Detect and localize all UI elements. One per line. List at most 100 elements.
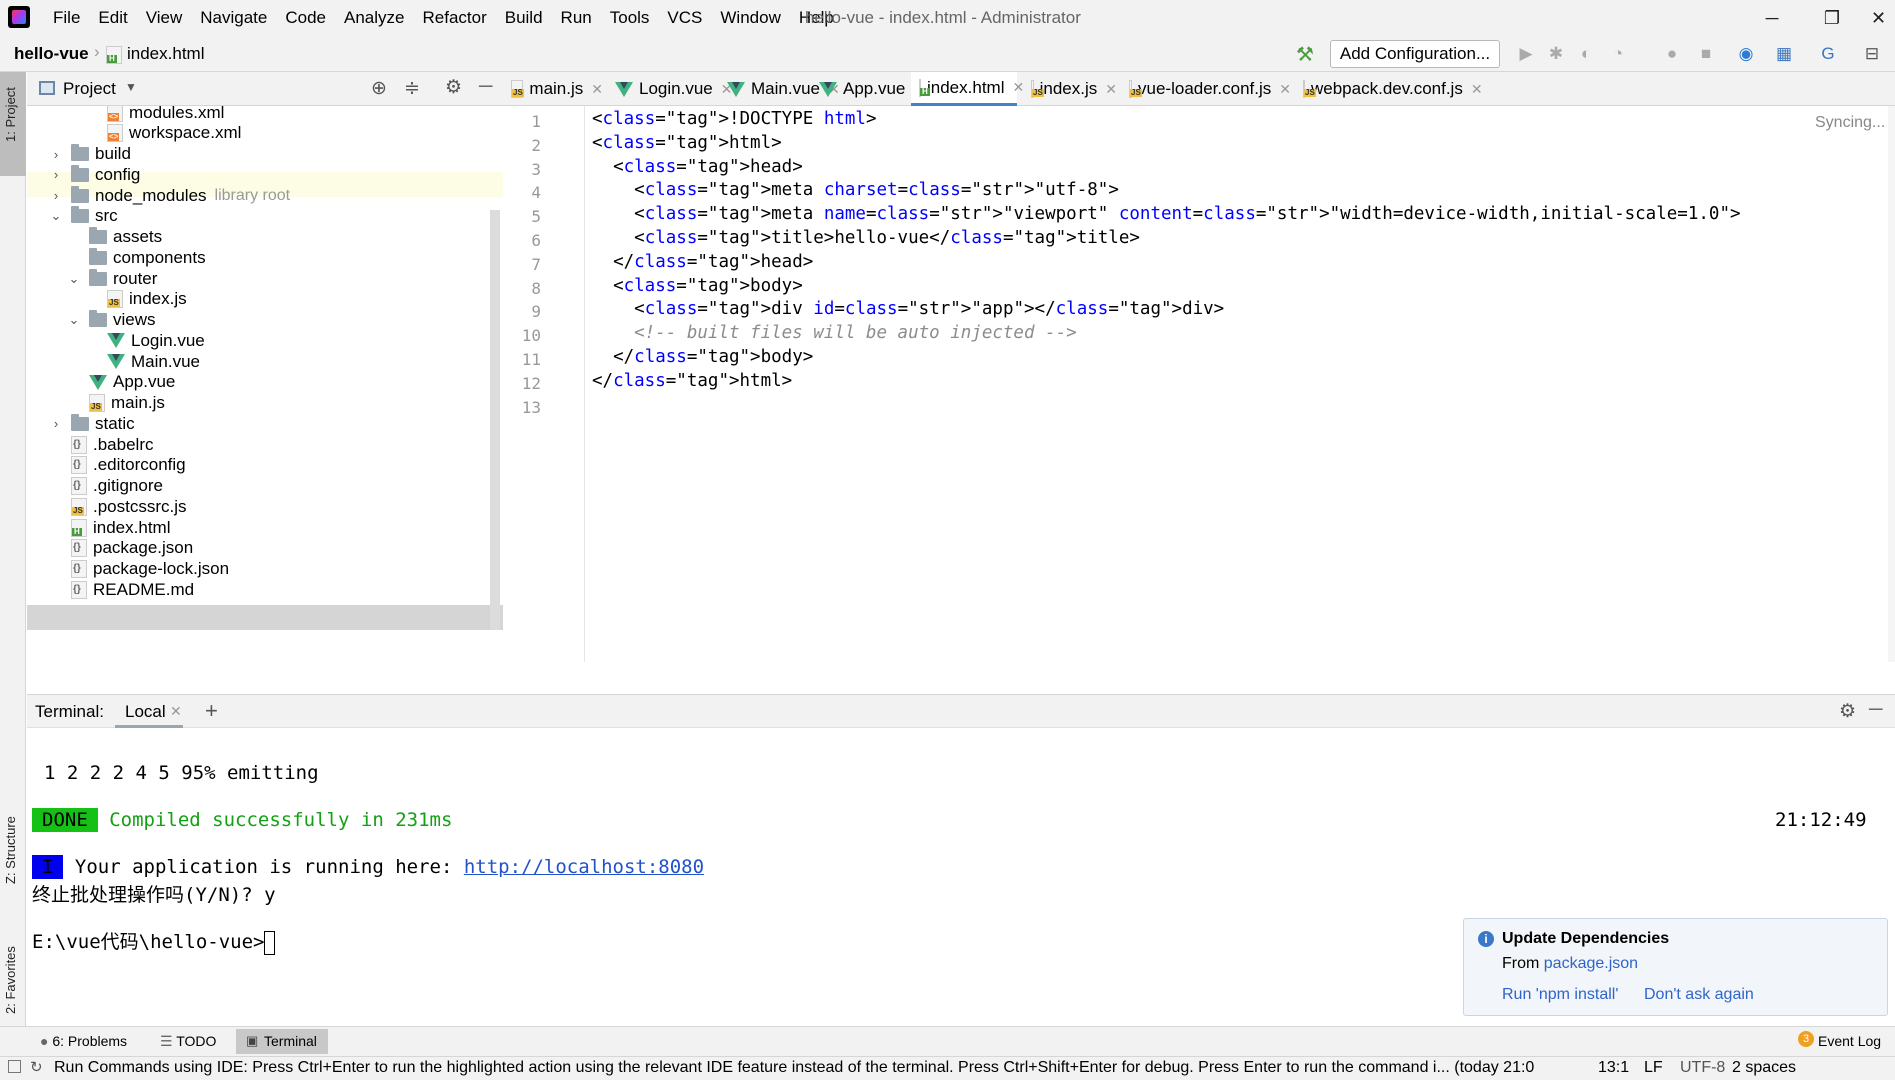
status-toggle-icon[interactable] [8,1060,21,1073]
menu-run[interactable]: Run [552,8,601,28]
project-panel-title[interactable]: Project [63,79,116,99]
toggle-panel-icon[interactable]: ⊟ [1862,44,1882,64]
chevron-down-icon[interactable]: ⌄ [49,208,63,224]
tab-label: vue-loader.conf.js [1138,79,1272,98]
add-configuration-button[interactable]: Add Configuration... [1330,40,1500,68]
indent-setting[interactable]: 2 spaces [1732,1059,1796,1077]
minimize-button[interactable]: ─ [1744,0,1800,36]
favorites-tool-tab[interactable]: 2: Favorites [0,920,26,1020]
close-tab-icon[interactable]: ✕ [1279,81,1291,98]
favorites-tool-tab-label: 2: Favorites [3,946,18,1014]
menu-vcs[interactable]: VCS [658,8,711,28]
hide-terminal-icon[interactable]: ─ [1869,699,1882,721]
vue-file-icon [615,81,633,97]
menu-build[interactable]: Build [496,8,552,28]
code-line: <class="tag">title>hello-vue</class="tag… [592,228,1140,248]
problems-icon: ● [40,1033,49,1049]
coverage-icon[interactable]: ◐ [1576,44,1596,64]
close-window-button[interactable]: ✕ [1862,0,1895,36]
translate-icon[interactable]: G [1818,44,1838,64]
chevron-right-icon[interactable]: › [49,416,63,431]
tab-app-vue[interactable]: App.vue✕ [811,72,925,106]
dont-ask-again-link[interactable]: Don't ask again [1644,986,1754,1004]
menu-file[interactable]: File [44,8,89,28]
tab-login-vue[interactable]: Login.vue ✕ [607,72,732,106]
tab-index-html[interactable]: index.html✕ [911,72,1024,106]
terminal-compiled-line: DONE Compiled successfully in 231ms [32,808,453,832]
close-tab-icon[interactable]: ✕ [1105,81,1117,98]
collapse-all-icon[interactable]: ≑ [404,77,420,100]
close-tab-icon[interactable]: ✕ [1471,81,1483,98]
intellij-logo-icon [8,6,30,28]
build-hammer-icon[interactable]: ⚒ [1296,42,1314,67]
new-terminal-plus-icon[interactable]: + [205,698,218,724]
profile-icon[interactable]: ◔ [1608,44,1628,64]
breadcrumb-project[interactable]: hello-vue [14,44,89,64]
tab-index-js[interactable]: index.js ✕ [1023,72,1117,106]
tab-main-vue[interactable]: Main.vue ✕ [719,72,840,106]
tab-terminal-local[interactable]: Local ✕ [115,695,183,728]
menu-window[interactable]: Window [711,8,789,28]
editor-scrollbar[interactable] [1888,106,1895,662]
tree-item-readme-md[interactable]: README.md [49,577,194,602]
menu-tools[interactable]: Tools [601,8,659,28]
event-log-button[interactable]: Event Log [1818,1033,1881,1049]
line-number: 9 [531,302,541,322]
problems-tool-button[interactable]: ● 6: Problems [40,1033,127,1049]
todo-tool-button[interactable]: ☰ TODO [160,1033,216,1050]
terminal-settings-gear-icon[interactable]: ⚙ [1839,700,1856,723]
locate-icon[interactable]: ⊕ [371,77,387,100]
chevron-right-icon[interactable]: › [49,167,63,182]
vue-file-icon [107,333,125,349]
run-npm-install-link[interactable]: Run 'npm install' [1502,986,1618,1004]
package-json-link[interactable]: package.json [1544,955,1638,972]
project-structure-icon[interactable]: ▦ [1774,44,1794,64]
hide-panel-icon[interactable]: ─ [479,76,492,98]
settings-gear-icon[interactable]: ⚙ [445,76,462,99]
project-tree-scrollbar[interactable] [490,210,500,630]
chevron-right-icon[interactable]: › [49,188,63,203]
debug-icon[interactable]: ✱ [1546,44,1566,64]
tab-main-js[interactable]: main.js ✕ [503,72,603,106]
terminal-cursor [264,930,276,955]
tab-webpack-dev-conf-js[interactable]: webpack.dev.conf.js ✕ [1295,72,1483,106]
chevron-right-icon[interactable]: › [49,147,63,162]
js-file-icon [71,497,87,516]
maximize-button[interactable]: ❐ [1804,0,1860,36]
chevron-down-icon[interactable]: ⌄ [67,312,81,328]
tab-vue-loader-conf-js[interactable]: vue-loader.conf.js ✕ [1121,72,1291,106]
running-text: Your application is running here: [74,856,464,878]
stop-icon[interactable]: ■ [1696,44,1716,64]
menu-refactor[interactable]: Refactor [413,8,495,28]
line-separator[interactable]: LF [1644,1059,1663,1077]
menu-analyze[interactable]: Analyze [335,8,413,28]
close-tab-icon[interactable]: ✕ [591,81,603,98]
record-icon[interactable]: ● [1662,44,1682,64]
code-line: <class="tag">head> [592,156,803,177]
caret-position[interactable]: 13:1 [1598,1059,1629,1077]
run-icon[interactable]: ▶ [1516,44,1536,64]
project-icon [39,81,55,95]
chevron-down-icon[interactable]: ⌄ [67,271,81,287]
breadcrumb-file[interactable]: index.html [127,44,204,64]
terminal-tool-button[interactable]: ▣ Terminal [236,1029,328,1054]
chevron-down-icon[interactable]: ▼ [125,80,137,94]
tab-label: App.vue [843,79,906,98]
vue-file-icon [107,354,125,369]
structure-tool-tab[interactable]: Z: Structure [0,800,26,890]
help-icon[interactable]: ◉ [1736,44,1756,64]
line-number: 8 [531,278,541,298]
file-encoding[interactable]: UTF-8 [1680,1059,1725,1077]
code-editor[interactable]: <class="tag">!DOCTYPE html> <class="tag">… [586,106,1895,662]
menu-edit[interactable]: Edit [89,8,136,28]
close-tab-icon[interactable]: ✕ [170,703,182,720]
localhost-link[interactable]: http://localhost:8080 [464,856,704,878]
menu-navigate[interactable]: Navigate [191,8,276,28]
project-tool-tab[interactable]: 1: Project [0,72,26,176]
tree-item-label: Main.vue [131,351,200,371]
menu-view[interactable]: View [137,8,192,28]
structure-tool-tab-label: Z: Structure [3,816,18,884]
menu-code[interactable]: Code [276,8,335,28]
compiled-text: Compiled successfully in 231ms [109,809,453,831]
status-bar: ↻ Run Commands using IDE: Press Ctrl+Ent… [0,1056,1895,1080]
